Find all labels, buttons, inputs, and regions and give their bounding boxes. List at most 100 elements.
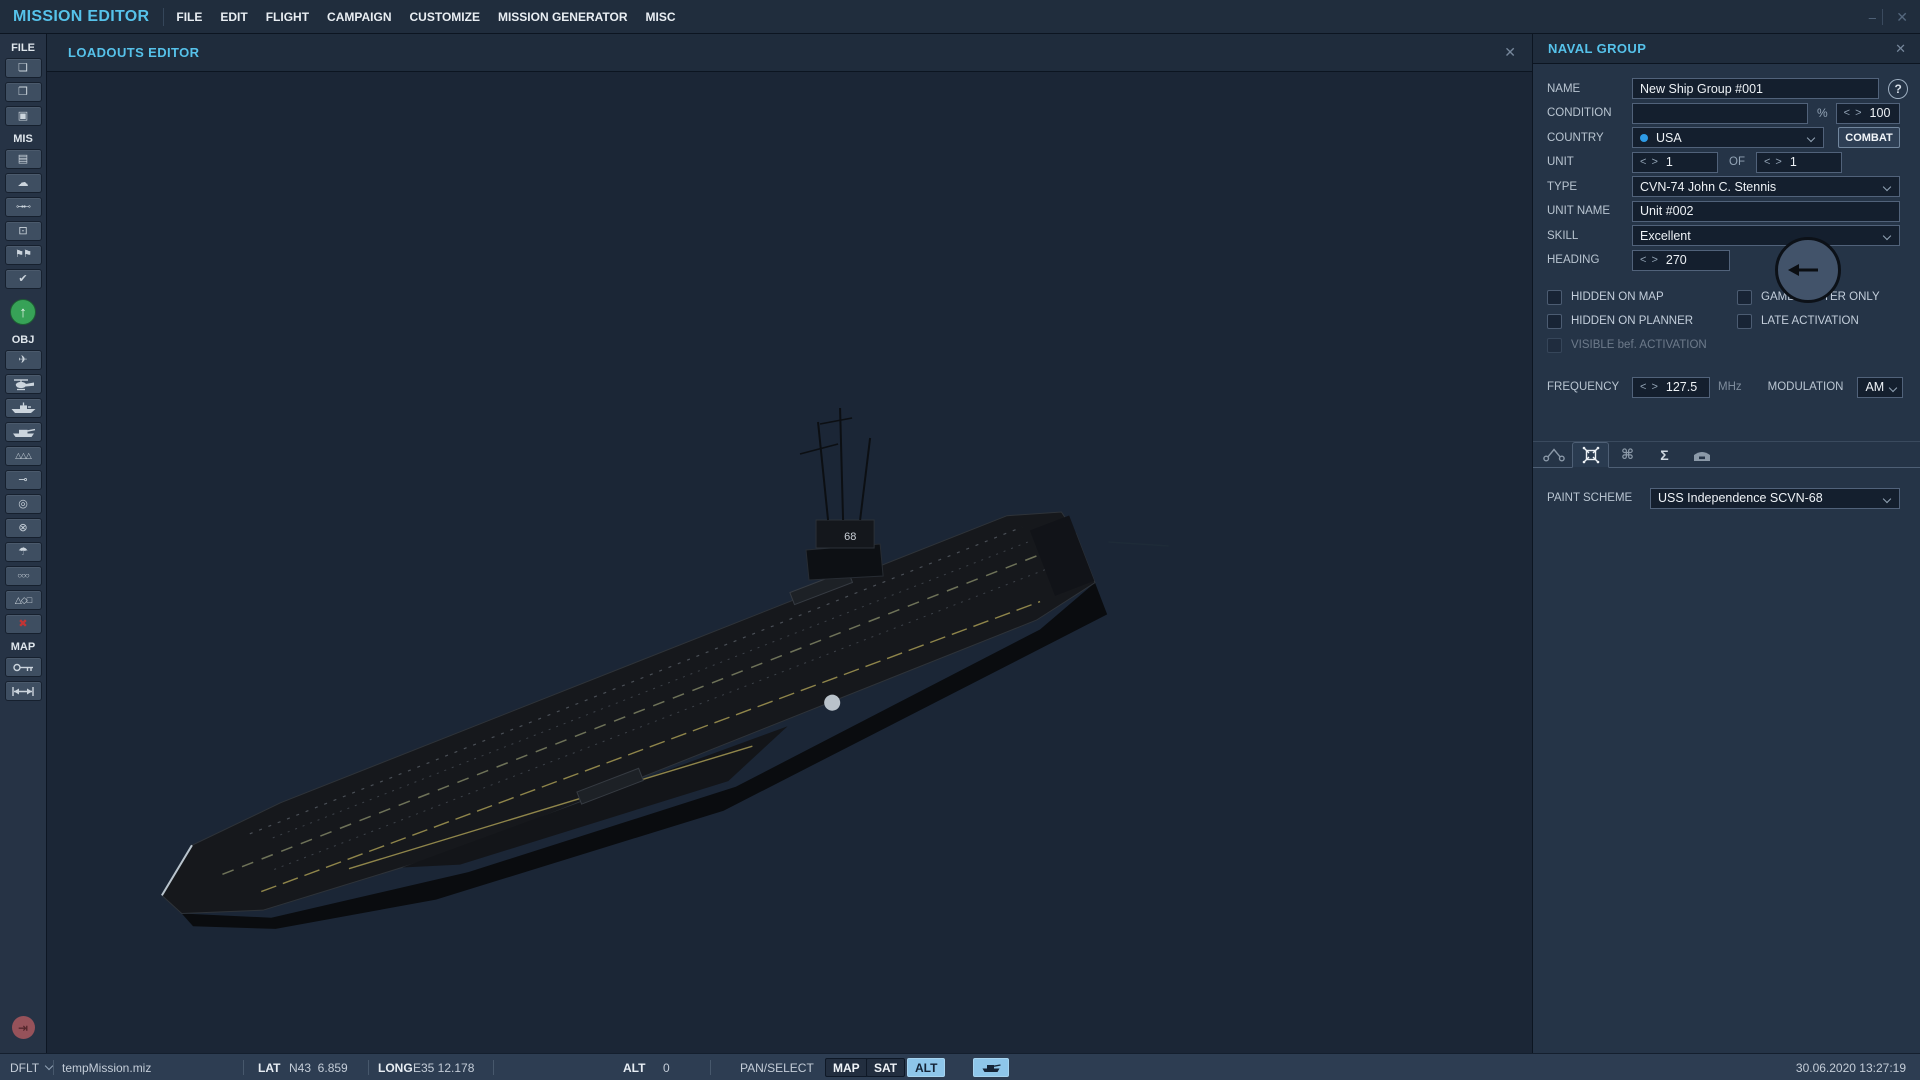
- heading-dial[interactable]: [1775, 237, 1841, 303]
- spin-left-icon[interactable]: <: [1640, 382, 1646, 393]
- distance-tool-button[interactable]: [5, 681, 42, 701]
- tab-command[interactable]: ⌘: [1609, 443, 1646, 467]
- triggers-button[interactable]: ⊶⊷: [5, 197, 42, 217]
- menu-flight[interactable]: FLIGHT: [260, 10, 315, 24]
- tab-route[interactable]: [1535, 443, 1572, 467]
- dead-zone-button[interactable]: ⊗: [5, 518, 42, 538]
- exit-button[interactable]: ⇥: [12, 1016, 35, 1039]
- panel-tabs: ⌘ Σ: [1533, 442, 1920, 468]
- menu-edit[interactable]: EDIT: [214, 10, 253, 24]
- combat-button[interactable]: COMBAT: [1838, 127, 1900, 148]
- modulation-dropdown[interactable]: AM: [1857, 377, 1903, 398]
- add-aircraft-button[interactable]: ✈: [5, 350, 42, 370]
- help-button[interactable]: ?: [1888, 79, 1908, 99]
- checkbox-icon: [1547, 338, 1562, 353]
- modulation-value: AM: [1865, 380, 1884, 394]
- skill-label: SKILL: [1547, 230, 1632, 242]
- menu-mission-generator[interactable]: MISSION GENERATOR: [492, 10, 634, 24]
- command-icon: ⌘: [1621, 446, 1634, 463]
- late-activation-checkbox[interactable]: LATE ACTIVATION: [1737, 314, 1910, 329]
- spin-left-icon[interactable]: <: [1844, 108, 1850, 119]
- frequency-value: 127.5: [1666, 380, 1697, 394]
- unit-count-spinner[interactable]: < > 1: [1632, 152, 1718, 173]
- minimize-icon[interactable]: –: [1869, 0, 1876, 34]
- condition-input[interactable]: [1632, 103, 1808, 124]
- spin-right-icon[interactable]: >: [1651, 157, 1657, 168]
- heading-spinner[interactable]: < > 270: [1632, 250, 1730, 271]
- lat-label: LAT: [258, 1054, 280, 1080]
- close-window-icon[interactable]: ✕: [1896, 0, 1908, 34]
- paint-scheme-dropdown[interactable]: USS Independence SCVN-68: [1650, 488, 1900, 509]
- spin-right-icon[interactable]: >: [1651, 255, 1657, 266]
- type-dropdown[interactable]: CVN-74 John C. Stennis: [1632, 176, 1900, 197]
- unit-name-input[interactable]: [1632, 201, 1900, 222]
- delete-object-button[interactable]: ✖: [5, 614, 42, 634]
- add-helicopter-button[interactable]: [5, 374, 42, 394]
- menu-campaign[interactable]: CAMPAIGN: [321, 10, 397, 24]
- checkbox-icon[interactable]: [1737, 290, 1752, 305]
- mission-editor-window: MISSION EDITOR FILE EDIT FLIGHT CAMPAIGN…: [0, 0, 1920, 1080]
- spin-right-icon[interactable]: >: [1651, 382, 1657, 393]
- map-key-button[interactable]: [5, 657, 42, 677]
- trigger-zone-button[interactable]: ◎: [5, 494, 42, 514]
- spin-left-icon[interactable]: <: [1640, 157, 1646, 168]
- sat-view-button[interactable]: SAT: [866, 1058, 905, 1077]
- unit-total-spinner[interactable]: < > 1: [1756, 152, 1842, 173]
- validate-mission-button[interactable]: ✔: [5, 269, 42, 289]
- condition-spinner[interactable]: < > 100: [1836, 103, 1900, 124]
- naval-group-close-icon[interactable]: ✕: [1895, 41, 1906, 57]
- tab-unit[interactable]: [1572, 442, 1609, 468]
- lat-value: N43 6.859: [289, 1054, 348, 1080]
- checkbox-icon[interactable]: [1737, 314, 1752, 329]
- datetime-display: 30.06.2020 13:27:19: [1796, 1054, 1906, 1080]
- heading-label: HEADING: [1547, 254, 1632, 266]
- mission-options-button[interactable]: ⊡: [5, 221, 42, 241]
- country-dropdown[interactable]: USA: [1632, 127, 1824, 148]
- skill-dropdown[interactable]: Excellent: [1632, 225, 1900, 246]
- circle-x-icon: ⊗: [18, 519, 27, 537]
- menu-customize[interactable]: CUSTOMIZE: [404, 10, 486, 24]
- viewport: LOADOUTS EDITOR ✕: [47, 34, 1532, 1053]
- add-vehicle-button[interactable]: [5, 422, 42, 442]
- open-mission-button[interactable]: ❐: [5, 82, 42, 102]
- goals-flags-button[interactable]: ⚑⚑: [5, 245, 42, 265]
- hidden-on-planner-label: HIDDEN ON PLANNER: [1571, 315, 1693, 327]
- 3d-scene[interactable]: 68: [47, 72, 1532, 1053]
- save-mission-button[interactable]: ▣: [5, 106, 42, 126]
- spin-left-icon[interactable]: <: [1764, 157, 1770, 168]
- percent-label: %: [1817, 106, 1828, 120]
- alt-view-button[interactable]: ALT: [907, 1058, 945, 1077]
- loadouts-close-icon[interactable]: ✕: [1504, 44, 1516, 61]
- drawing-tools-button[interactable]: △◇□: [5, 590, 42, 610]
- zone-icon: ◎: [18, 495, 28, 513]
- checkbox-icon[interactable]: [1547, 314, 1562, 329]
- tab-summary[interactable]: Σ: [1646, 443, 1683, 467]
- spin-right-icon[interactable]: >: [1855, 108, 1861, 119]
- frequency-spinner[interactable]: < > 127.5: [1632, 377, 1710, 398]
- profile-dropdown[interactable]: DFLT: [10, 1054, 52, 1080]
- spin-right-icon[interactable]: >: [1775, 157, 1781, 168]
- checkbox-icon[interactable]: [1547, 290, 1562, 305]
- menu-misc[interactable]: MISC: [640, 10, 682, 24]
- group-name-input[interactable]: [1632, 78, 1879, 99]
- status-divider: [53, 1060, 54, 1075]
- menu-file[interactable]: FILE: [170, 10, 208, 24]
- templates-button[interactable]: ○○○: [5, 566, 42, 586]
- add-static-object-button[interactable]: △△△: [5, 446, 42, 466]
- briefing-button[interactable]: ▤: [5, 149, 42, 169]
- hidden-on-map-checkbox[interactable]: HIDDEN ON MAP: [1547, 290, 1737, 305]
- start-mission-button[interactable]: ↑: [10, 299, 36, 325]
- new-mission-button[interactable]: ❏: [5, 58, 42, 78]
- group-flags: HIDDEN ON MAP GAME MASTER ONLY HIDDEN ON…: [1547, 290, 1910, 353]
- spin-left-icon[interactable]: <: [1640, 255, 1646, 266]
- tab-hangar[interactable]: [1683, 443, 1720, 467]
- hidden-on-planner-checkbox[interactable]: HIDDEN ON PLANNER: [1547, 314, 1737, 329]
- new-file-icon: ❏: [18, 59, 28, 77]
- add-ship-button[interactable]: [5, 398, 42, 418]
- map-view-button[interactable]: MAP: [825, 1058, 868, 1077]
- weather-button[interactable]: ☁: [5, 173, 42, 193]
- show-units-toggle[interactable]: [973, 1058, 1009, 1077]
- route-tool-button[interactable]: ⊸: [5, 470, 42, 490]
- shapes-icon: △◇□: [15, 591, 31, 609]
- add-troops-button[interactable]: ☂: [5, 542, 42, 562]
